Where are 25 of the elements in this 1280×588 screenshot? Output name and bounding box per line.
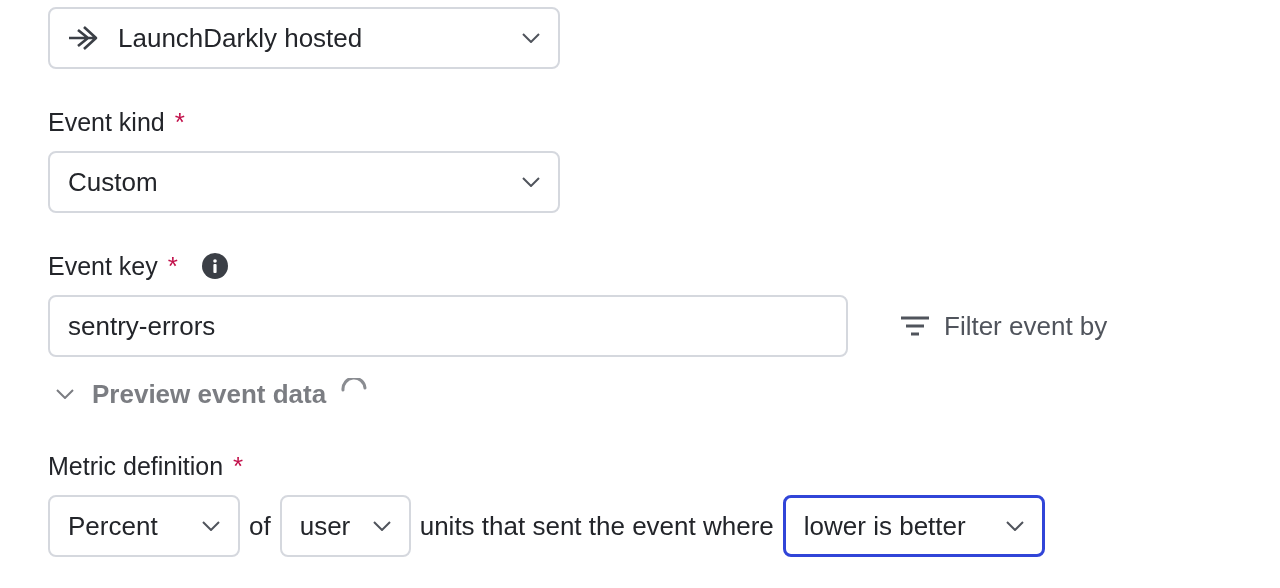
chevron-down-icon — [1005, 521, 1024, 531]
chevron-down-icon — [202, 521, 220, 531]
field-label: Event kind — [48, 107, 165, 137]
chevron-down-icon — [56, 389, 74, 399]
source-select[interactable]: LaunchDarkly hosted — [48, 7, 560, 69]
field-label: Event key — [48, 251, 158, 281]
info-icon[interactable] — [201, 253, 228, 279]
chevron-down-icon — [372, 521, 391, 531]
event-kind-select[interactable]: Custom — [48, 151, 560, 213]
event-key-field[interactable]: sentry-errors — [48, 295, 848, 357]
required-mark: * — [167, 253, 178, 279]
chevron-down-icon — [522, 177, 540, 187]
filter-icon — [900, 316, 930, 336]
arrow-icon — [68, 24, 98, 52]
field-label: Metric definition — [48, 451, 224, 481]
metric-select[interactable]: lower is better — [782, 495, 1045, 557]
metric-select[interactable]: user — [279, 495, 411, 557]
definition-text: units that sent the event where — [419, 510, 774, 542]
preview-toggle[interactable]: Preview event data — [56, 378, 327, 410]
filter-button[interactable]: Filter event by — [900, 310, 1108, 342]
chevron-down-icon — [522, 33, 540, 43]
required-mark: * — [233, 453, 244, 479]
required-mark: * — [174, 109, 185, 135]
definition-text: of — [249, 510, 271, 542]
metric-select[interactable]: Percent — [48, 495, 240, 557]
